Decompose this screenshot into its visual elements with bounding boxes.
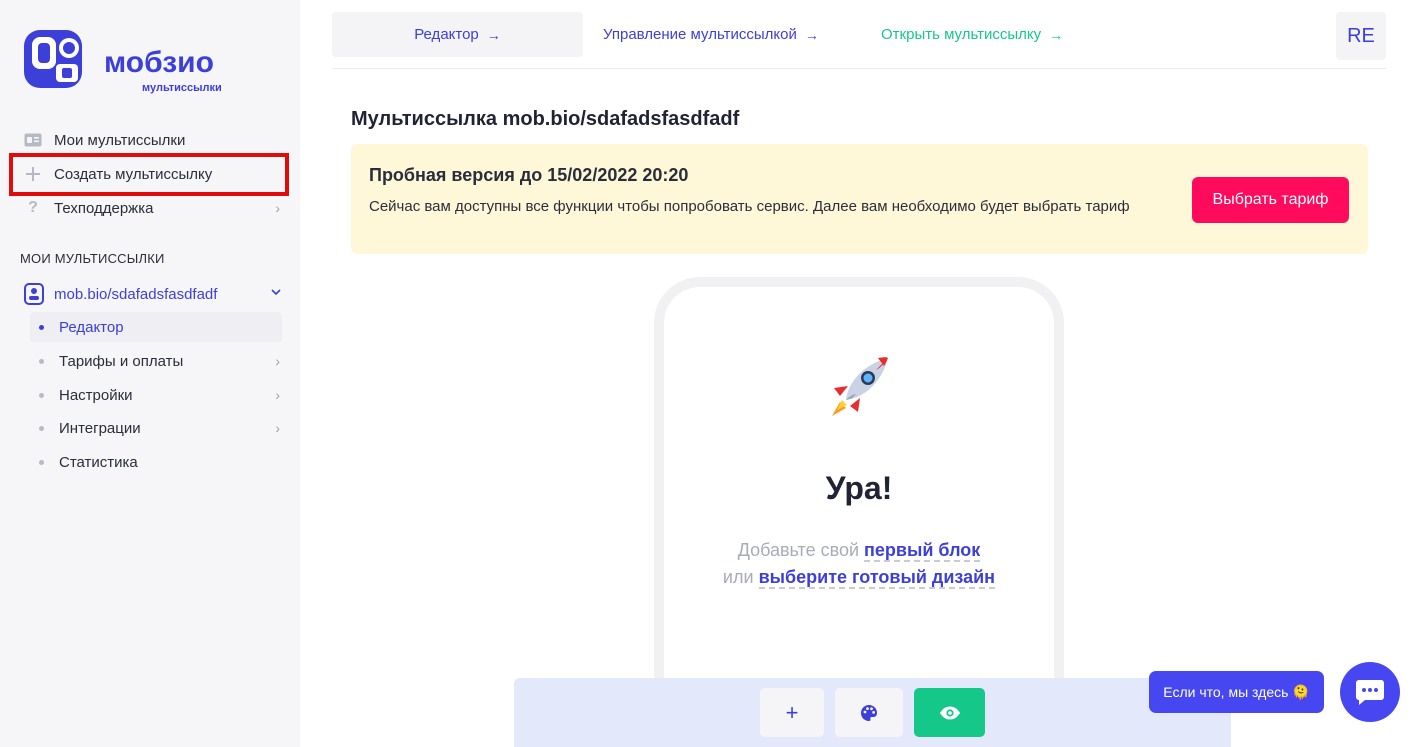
trial-text: Сейчас вам доступны все функции чтобы по… — [369, 198, 1130, 215]
chat-icon — [1356, 680, 1384, 705]
chevron-right-icon: › — [275, 387, 280, 403]
tab-open-multilink[interactable]: Открыть мультиссылку → — [881, 12, 1063, 57]
project-label: mob.bio/sdafadsfasdfadf — [54, 285, 218, 303]
tab-manage-multilink[interactable]: Управление мультиссылкой → — [603, 12, 819, 57]
sidebar-subitem-settings[interactable]: Настройки › — [30, 380, 282, 410]
hint-text: или — [722, 567, 754, 587]
hint-text: Добавьте свой — [737, 540, 860, 560]
logo-tagline: мультиссылки — [142, 82, 222, 94]
palette-icon — [861, 704, 877, 721]
id-card-icon — [18, 125, 48, 155]
preview-heading: Ура! — [825, 470, 893, 506]
sidebar-item-support[interactable]: ? Техподдержка › — [14, 193, 284, 223]
eye-icon — [939, 706, 960, 719]
add-block-button[interactable]: + — [760, 688, 824, 737]
avatar[interactable]: RE — [1336, 12, 1386, 60]
chevron-right-icon: › — [275, 420, 280, 436]
arrow-right-icon: → — [486, 26, 501, 43]
chevron-right-icon: › — [275, 353, 280, 369]
sidebar-item-label: Техподдержка — [54, 199, 154, 217]
topbar: Редактор → Управление мультиссылкой → От… — [332, 12, 1386, 69]
tab-label: Открыть мультиссылку — [881, 26, 1042, 43]
sidebar-item-label: Мои мультиссылки — [54, 131, 186, 149]
sidebar-subitem-editor[interactable]: Редактор — [30, 312, 282, 342]
section-title: МОИ МУЛЬТИССЫЛКИ — [20, 251, 165, 266]
page-title: Мультиссылка mob.bio/sdafadsfasdfadf — [351, 108, 740, 130]
choose-design-link[interactable]: выберите готовый дизайн — [758, 567, 996, 589]
sidebar: мобзио мультиссылки Мои мультиссылки Соз… — [0, 0, 300, 747]
chat-button[interactable] — [1340, 662, 1400, 722]
trial-banner: Пробная версия до 15/02/2022 20:20 Сейча… — [351, 144, 1368, 254]
tab-editor[interactable]: Редактор → — [332, 12, 583, 57]
sidebar-subitem-tariffs[interactable]: Тарифы и оплаты › — [30, 346, 282, 376]
bullet — [39, 324, 44, 330]
subitem-label: Тарифы и оплаты — [59, 352, 184, 370]
subitem-label: Редактор — [59, 318, 124, 336]
tab-label: Управление мультиссылкой — [603, 26, 797, 43]
bullet — [39, 358, 44, 364]
preview-button[interactable] — [914, 688, 985, 737]
bullet — [39, 459, 44, 465]
sidebar-item-my-multilinks[interactable]: Мои мультиссылки — [14, 125, 284, 155]
chevron-down-icon — [270, 285, 282, 301]
app: мобзио мультиссылки Мои мультиссылки Соз… — [0, 0, 1425, 747]
highlight-box — [9, 153, 289, 196]
subitem-label: Интеграции — [59, 419, 141, 437]
sidebar-project[interactable]: mob.bio/sdafadsfasdfadf — [14, 279, 288, 309]
logo-wordmark: мобзио — [104, 46, 214, 79]
sidebar-subitem-integrations[interactable]: Интеграции › — [30, 413, 282, 443]
question-icon: ? — [28, 199, 38, 216]
subitem-label: Статистика — [59, 453, 138, 471]
tab-label: Редактор — [414, 26, 479, 43]
sidebar-subitem-statistics[interactable]: Статистика — [30, 447, 282, 477]
preview-hint: Добавьте свой первый блок или выберите г… — [654, 537, 1064, 591]
bullet — [39, 392, 44, 398]
design-button[interactable] — [835, 688, 903, 737]
arrow-right-icon: → — [804, 26, 819, 43]
first-block-link[interactable]: первый блок — [864, 540, 981, 562]
chat-bubble[interactable]: Если что, мы здесь 🫠 — [1149, 671, 1324, 713]
bullet — [39, 425, 44, 431]
rocket-icon — [832, 357, 888, 416]
editor-toolbar: + — [514, 678, 1231, 747]
phone-preview — [654, 277, 1064, 747]
trial-title: Пробная версия до 15/02/2022 20:20 — [369, 165, 689, 185]
choose-tariff-button[interactable]: Выбрать тариф — [1192, 177, 1349, 223]
mobzio-logo[interactable]: мобзио мультиссылки — [22, 28, 252, 98]
chevron-right-icon: › — [275, 200, 280, 216]
arrow-right-icon: → — [1049, 26, 1064, 43]
subitem-label: Настройки — [59, 386, 133, 404]
phone-profile-icon — [24, 283, 44, 305]
